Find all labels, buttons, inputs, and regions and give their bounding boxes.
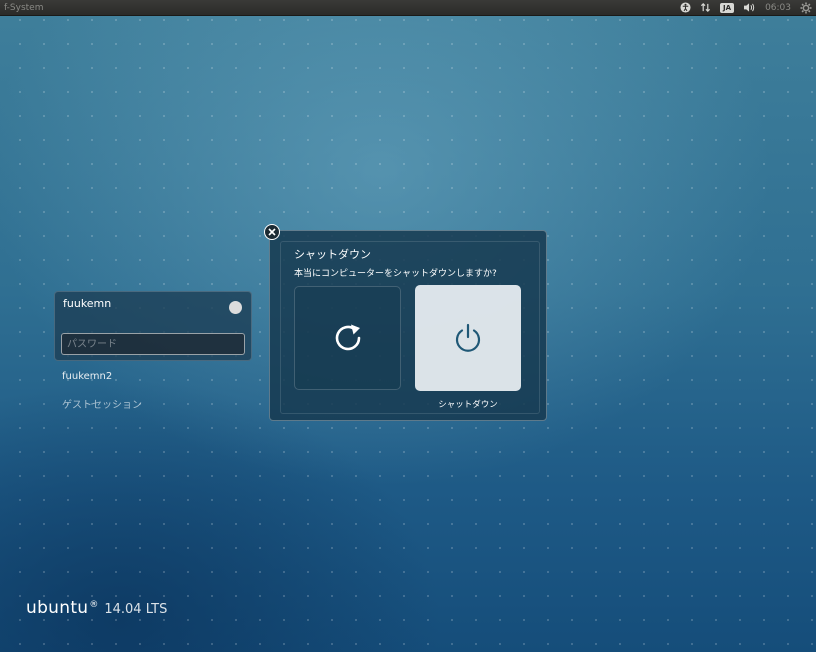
indicator-area: JA 06:03 (680, 1, 812, 15)
accessibility-icon[interactable] (680, 1, 691, 15)
login-card[interactable]: fuukemn (54, 291, 252, 361)
power-gear-icon[interactable] (800, 1, 812, 15)
password-input[interactable] (61, 333, 245, 355)
network-icon[interactable] (700, 1, 711, 15)
close-dialog-button[interactable] (264, 224, 280, 240)
clock[interactable]: 06:03 (765, 3, 791, 13)
shutdown-button-label: シャットダウン (438, 400, 498, 410)
os-version: 14.04 LTS (104, 602, 168, 617)
keyboard-layout-icon[interactable]: JA (720, 2, 735, 13)
session-status-icon[interactable] (229, 301, 242, 314)
restart-button[interactable] (294, 286, 401, 390)
guest-session-item[interactable]: ゲストセッション (62, 396, 142, 411)
selected-user-name: fuukemn (63, 297, 112, 310)
shutdown-button[interactable] (415, 285, 521, 391)
registered-mark: ® (89, 600, 99, 610)
top-panel: f-System JA 06:03 (0, 0, 816, 16)
close-icon (268, 228, 276, 236)
power-icon (455, 323, 481, 352)
restart-icon (335, 324, 360, 351)
brand-word: ubuntu (26, 598, 89, 618)
dialog-title: シャットダウン (294, 248, 371, 261)
dialog-message: 本当にコンピューターをシャットダウンしますか? (294, 269, 497, 279)
user-list-item[interactable]: fuukemn2 (62, 371, 112, 382)
ubuntu-logo: ubuntu ® 14.04 LTS (26, 598, 167, 618)
volume-icon[interactable] (743, 1, 756, 15)
host-name: f-System (4, 2, 44, 13)
